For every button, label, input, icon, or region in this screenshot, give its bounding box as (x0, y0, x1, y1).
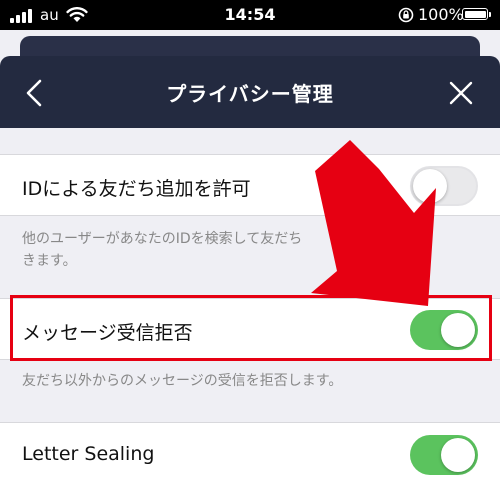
toggle-knob (441, 438, 475, 472)
allow-id-add-description: 他のユーザーがあなたのIDを検索して友だち とがで きます。 (22, 228, 482, 272)
reject-messages-description: 友だち以外からのメッセージの受信を拒否します。 (22, 373, 343, 389)
allow-id-add-description-line2: きます。 (22, 253, 77, 269)
allow-id-add-description-line1-tail: とがで (330, 231, 373, 247)
settings-group-id-add: IDによる友だち追加を許可 (0, 154, 500, 216)
highlight-box (10, 295, 492, 361)
allow-id-add-label: IDによる友だち追加を許可 (22, 178, 251, 200)
letter-sealing-toggle[interactable] (410, 435, 478, 475)
navigation-bar: プライバシー管理 (0, 56, 500, 128)
battery-icon (462, 8, 488, 20)
battery-percent: 100% (418, 5, 464, 24)
page-title: プライバシー管理 (166, 82, 334, 106)
settings-group-letter-sealing: Letter Sealing (0, 422, 500, 492)
close-icon[interactable] (448, 80, 474, 106)
allow-id-add-toggle[interactable] (410, 166, 478, 206)
battery-tip (489, 12, 491, 17)
allow-id-add-description-line1: 他のユーザーがあなたのIDを検索して友だち (22, 231, 303, 247)
status-bar: au 14:54 100% (0, 0, 500, 30)
letter-sealing-label: Letter Sealing (22, 443, 155, 465)
toggle-knob (413, 169, 447, 203)
orientation-lock-icon (398, 7, 414, 23)
